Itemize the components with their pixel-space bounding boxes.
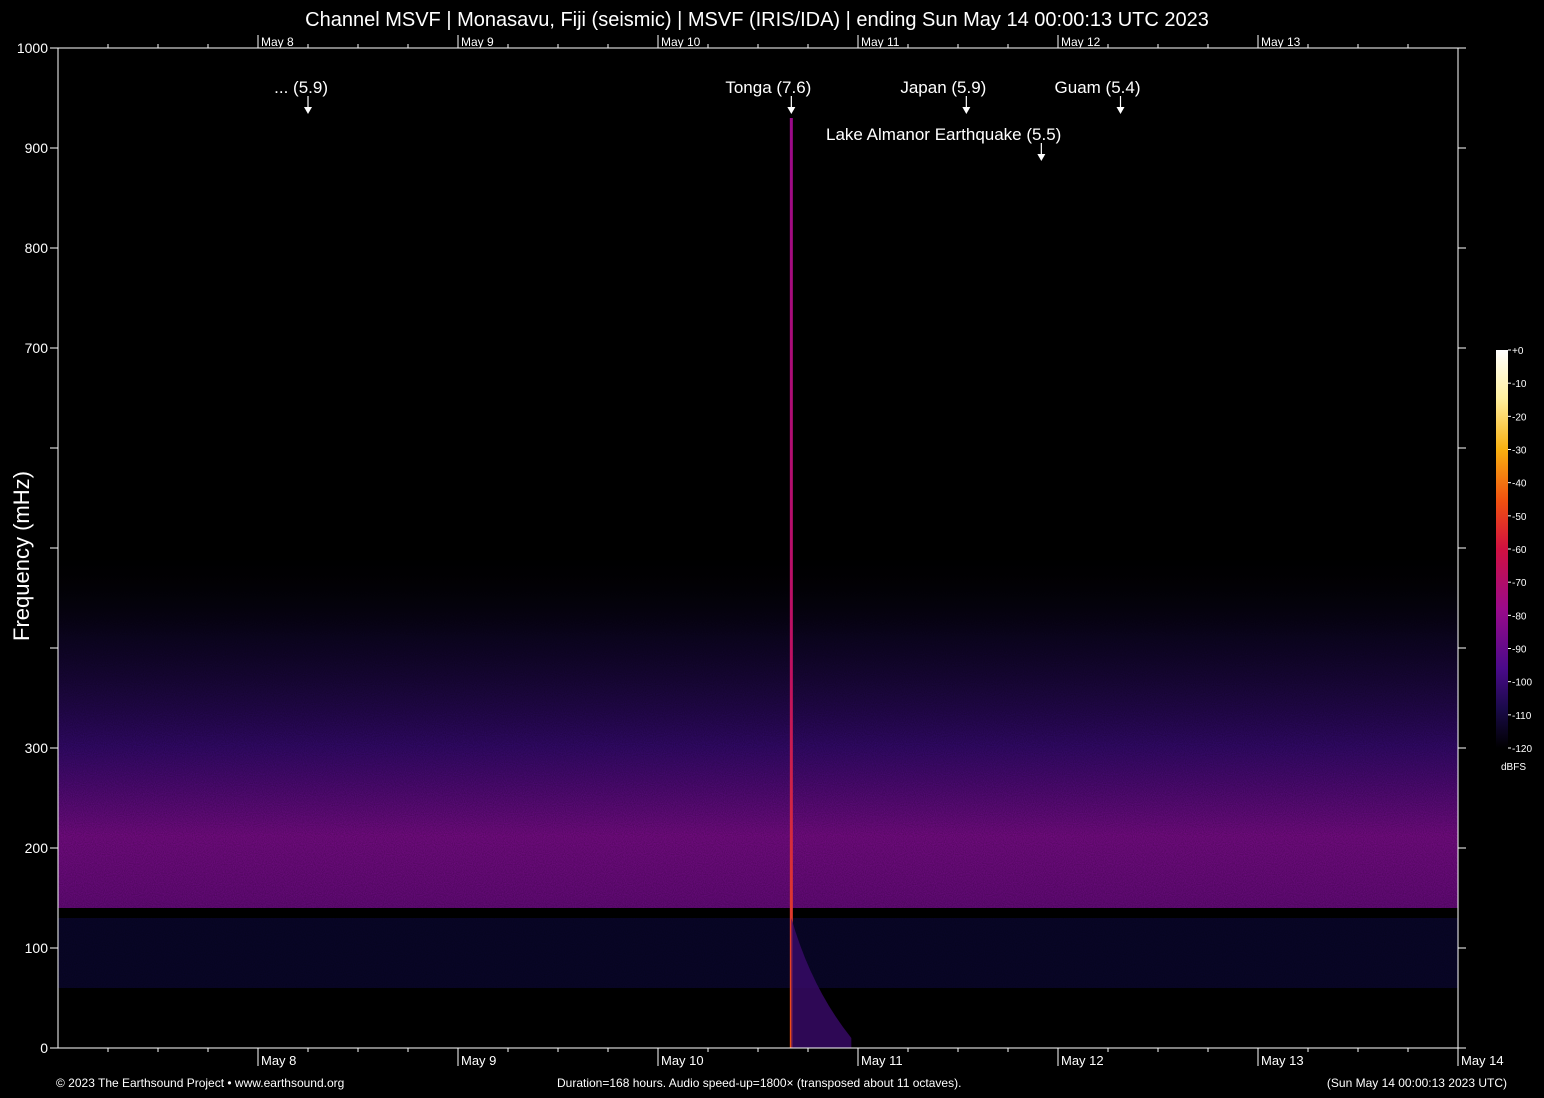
colorbar-tick-label: -30 [1512,446,1527,457]
colorbar-tick-label: +0 [1512,346,1524,357]
tonga-signal [789,118,793,1048]
colorbar-tick-label: -20 [1512,412,1527,423]
y-tick-label: 0 [40,1040,48,1056]
x-tick-label: May 11 [861,1053,903,1068]
colorbar-tick-label: -40 [1512,479,1527,490]
colorbar-tick-label: -100 [1512,678,1532,689]
x-tick-label-top: May 13 [1261,35,1301,49]
colorbar-tick-label: -120 [1512,744,1532,755]
x-tick-label: May 9 [461,1053,496,1068]
colorbar: +0 -10 -20 -30 -40 -50 -60 -70 -80 -90 -100 -110 -12… [1496,346,1532,755]
footer-copyright: © 2023 The Earthsound Project • www.eart… [56,1076,345,1090]
event-label: Japan (5.9) [900,78,986,97]
x-tick-label-top: May 10 [661,35,701,49]
colorbar-tick-label: -110 [1512,711,1532,722]
colorbar-tick-label: -90 [1512,645,1527,656]
colorbar-tick-label: -60 [1512,545,1527,556]
x-tick-label-top: May 12 [1061,35,1101,49]
footer-duration: Duration=168 hours. Audio speed-up=1800×… [557,1076,962,1090]
colorbar-tick-label: -70 [1512,578,1527,589]
x-tick-label: May 14 [1461,1053,1504,1068]
event-label: Guam (5.4) [1055,78,1141,97]
y-tick-label: 700 [25,340,49,356]
colorbar-tick-label: -80 [1512,611,1527,622]
y-tick-label: 1000 [17,40,48,56]
x-tick-label: May 12 [1061,1053,1104,1068]
colorbar-gradient [1496,350,1508,748]
x-tick-label-top: May 8 [261,35,294,49]
event-label: Lake Almanor Earthquake (5.5) [826,125,1061,144]
y-tick-label: 300 [25,740,49,756]
y-tick-label: 900 [25,140,49,156]
colorbar-tick-label: -10 [1512,379,1527,390]
spectrogram-chart: 0 100 200 300 700 800 900 1000 May 8 May 9 May 10 M… [17,35,1532,1068]
x-tick-label: May 8 [261,1053,296,1068]
noise-texture [58,48,1458,1048]
event-label: Tonga (7.6) [725,78,811,97]
y-tick-label: 100 [25,940,49,956]
colorbar-tick-label: -50 [1512,512,1527,523]
event-label: ... (5.9) [274,78,328,97]
x-tick-label: May 10 [661,1053,704,1068]
x-tick-label: May 13 [1261,1053,1304,1068]
spectrogram-field [58,48,1458,1048]
y-tick-label: 200 [25,840,49,856]
y-tick-label: 800 [25,240,49,256]
x-tick-label-top: May 9 [461,35,494,49]
footer-timestamp: (Sun May 14 00:00:13 2023 UTC) [1326,1076,1507,1090]
colorbar-unit: dBFS [1501,762,1527,773]
x-tick-label-top: May 11 [861,35,900,49]
